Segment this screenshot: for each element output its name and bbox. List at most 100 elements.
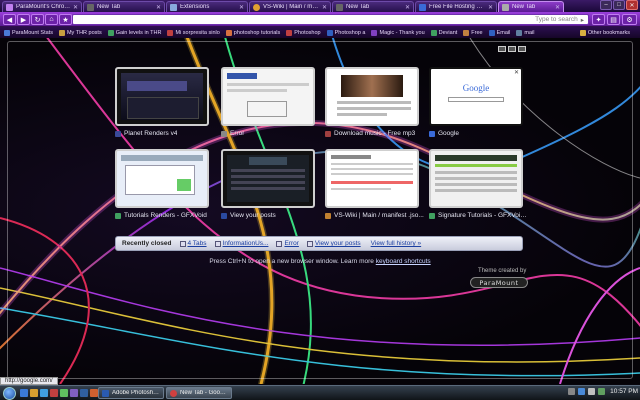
status-bar: http://google.com/ xyxy=(0,377,58,385)
recently-closed-item[interactable]: View your posts xyxy=(306,240,361,247)
close-icon[interactable]: ✕ xyxy=(555,4,560,11)
folder-icon[interactable] xyxy=(30,389,38,397)
thumbnail-label[interactable]: Signature Tutorials - GFXVoid... xyxy=(429,211,529,220)
blank-page-icon xyxy=(336,3,343,11)
browser-icon[interactable] xyxy=(40,389,48,397)
media-icon[interactable] xyxy=(50,389,58,397)
app-icon[interactable] xyxy=(90,389,98,397)
tab-item[interactable]: VS-Wiki | Main / manif ✕ xyxy=(249,1,331,12)
bookmark-item[interactable]: Photoshop a xyxy=(326,29,366,36)
windows-taskbar: Adobe Photoshop C... New Tab - Google C.… xyxy=(0,385,640,400)
thumbnail-label[interactable]: Google xyxy=(429,129,529,138)
thumbnail-card[interactable] xyxy=(221,149,315,208)
tab-item[interactable]: ParaMount's Chrome Th ✕ xyxy=(2,1,82,12)
home-button[interactable]: ⌂ xyxy=(45,14,58,25)
recently-closed-item[interactable]: 4 Tabs xyxy=(179,240,207,247)
bookmark-item[interactable]: Gain levels in THR xyxy=(107,29,161,36)
search-icon[interactable]: ▸ xyxy=(581,16,584,24)
bookmark-item[interactable]: Email xyxy=(488,29,510,36)
bookmark-star-button[interactable]: ★ xyxy=(59,14,72,25)
close-icon[interactable]: ✕ xyxy=(239,4,244,11)
start-button[interactable] xyxy=(3,387,16,400)
theme-author-logo[interactable]: ParaMount xyxy=(470,277,528,288)
bookmark-item[interactable]: mail xyxy=(516,29,534,36)
wrench-menu-button[interactable]: ⚙ xyxy=(622,14,637,25)
reload-button[interactable]: ↻ xyxy=(31,14,44,25)
thumbnail-card[interactable] xyxy=(115,67,209,126)
keyboard-shortcuts-link[interactable]: keyboard shortcuts xyxy=(376,258,431,265)
thumbnail-label[interactable]: Planet Renders v4 xyxy=(115,129,215,138)
bookmark-item[interactable]: Free xyxy=(463,29,483,36)
thumbnail-label[interactable]: Download music - Free mp3 xyxy=(325,129,425,138)
bookmark-item[interactable]: Magic - Thank you xyxy=(371,29,425,36)
tab-item[interactable]: Free File Hosting Made ✕ xyxy=(415,1,497,12)
volume-icon[interactable] xyxy=(588,388,596,395)
thumbnail-card[interactable] xyxy=(429,149,523,208)
bookmark-favicon-icon xyxy=(516,29,523,36)
bookmark-label: My THR posts xyxy=(66,29,102,36)
tab-item-active[interactable]: New Tab ✕ xyxy=(498,1,564,12)
bookmark-favicon-icon xyxy=(225,29,232,36)
bookmark-label: Photoshop a xyxy=(334,29,366,36)
close-icon[interactable]: ✕ xyxy=(514,69,519,76)
thumbnail-label[interactable]: Tutorials Renders - GFXVoid xyxy=(115,211,215,220)
thumbnail-label[interactable]: View your posts xyxy=(221,211,321,220)
theme-credit: Theme created by xyxy=(478,268,527,274)
close-icon[interactable]: ✕ xyxy=(405,4,410,11)
clock[interactable]: 10:57 PM xyxy=(610,388,638,395)
thumbnail-card[interactable] xyxy=(325,67,419,126)
show-desktop-icon[interactable] xyxy=(20,389,28,397)
close-icon[interactable]: ✕ xyxy=(156,4,161,11)
tab-item[interactable]: New Tab ✕ xyxy=(332,1,414,12)
app-icon[interactable] xyxy=(60,389,68,397)
recently-closed-link: View your posts xyxy=(314,240,361,247)
chrome-icon xyxy=(170,389,177,397)
tab-item[interactable]: Extensions ✕ xyxy=(166,1,248,12)
maximize-button[interactable]: □ xyxy=(613,0,625,10)
bookmark-item[interactable]: Deviant xyxy=(430,29,457,36)
app-icon[interactable] xyxy=(70,389,78,397)
taskbar-task[interactable]: Adobe Photoshop C... xyxy=(98,387,164,399)
thumbnail-label[interactable]: VS-Wiki | Main / manifest .jso... xyxy=(325,211,425,220)
bookmark-item[interactable]: Photoshop xyxy=(286,29,321,36)
other-bookmarks-button[interactable]: Other bookmarks xyxy=(575,27,630,38)
close-icon[interactable]: ✕ xyxy=(322,4,327,11)
close-window-button[interactable]: ✕ xyxy=(626,0,638,10)
status-url: http://google.com/ xyxy=(5,378,53,384)
thumbnail-card[interactable] xyxy=(115,149,209,208)
bookmark-item[interactable]: photoshop tutorials xyxy=(225,29,280,36)
recently-closed-item[interactable]: InformationUs... xyxy=(214,240,268,247)
thumbnail-card[interactable] xyxy=(325,149,419,208)
bookmark-favicon-icon xyxy=(286,29,293,36)
thumbnail-card[interactable] xyxy=(221,67,315,126)
hide-view-icon[interactable] xyxy=(518,46,526,52)
close-icon[interactable]: ✕ xyxy=(73,4,78,11)
app-icon[interactable] xyxy=(80,389,88,397)
minimize-button[interactable]: – xyxy=(600,0,612,10)
back-button[interactable]: ◀ xyxy=(3,14,16,25)
view-full-history-link[interactable]: View full history » xyxy=(371,240,421,247)
bookmark-star-icon[interactable]: ✦ xyxy=(592,14,605,25)
close-icon[interactable]: ✕ xyxy=(488,4,493,11)
thumbnail-title: Signature Tutorials - GFXVoid... xyxy=(438,212,529,219)
recently-closed-item[interactable]: Error xyxy=(276,240,299,247)
network-icon[interactable] xyxy=(578,388,586,395)
thumbnail-view-icon[interactable] xyxy=(498,46,506,52)
system-tray: 10:57 PM xyxy=(565,388,638,395)
forward-button[interactable]: ▶ xyxy=(17,14,30,25)
thumbnail-card[interactable]: Google ✕ xyxy=(429,67,523,126)
taskbar-task-active[interactable]: New Tab - Google C... xyxy=(166,387,232,399)
omnibox-input[interactable]: Type to search ▸ xyxy=(72,14,589,25)
bookmark-item[interactable]: Mi sorpresita sinlo xyxy=(167,29,220,36)
tray-app-icon[interactable] xyxy=(568,388,576,395)
thumbnail-label[interactable]: Error xyxy=(221,129,321,138)
tab-title: Extensions xyxy=(180,4,210,10)
tray-app-icon[interactable] xyxy=(598,388,606,395)
page-menu-button[interactable]: ▤ xyxy=(607,14,620,25)
bookmark-item[interactable]: ParaMount Stats xyxy=(4,29,53,36)
quick-launch xyxy=(20,389,100,397)
list-view-icon[interactable] xyxy=(508,46,516,52)
page-icon xyxy=(306,240,313,247)
tab-item[interactable]: New Tab ✕ xyxy=(83,1,165,12)
bookmark-item[interactable]: My THR posts xyxy=(58,29,102,36)
